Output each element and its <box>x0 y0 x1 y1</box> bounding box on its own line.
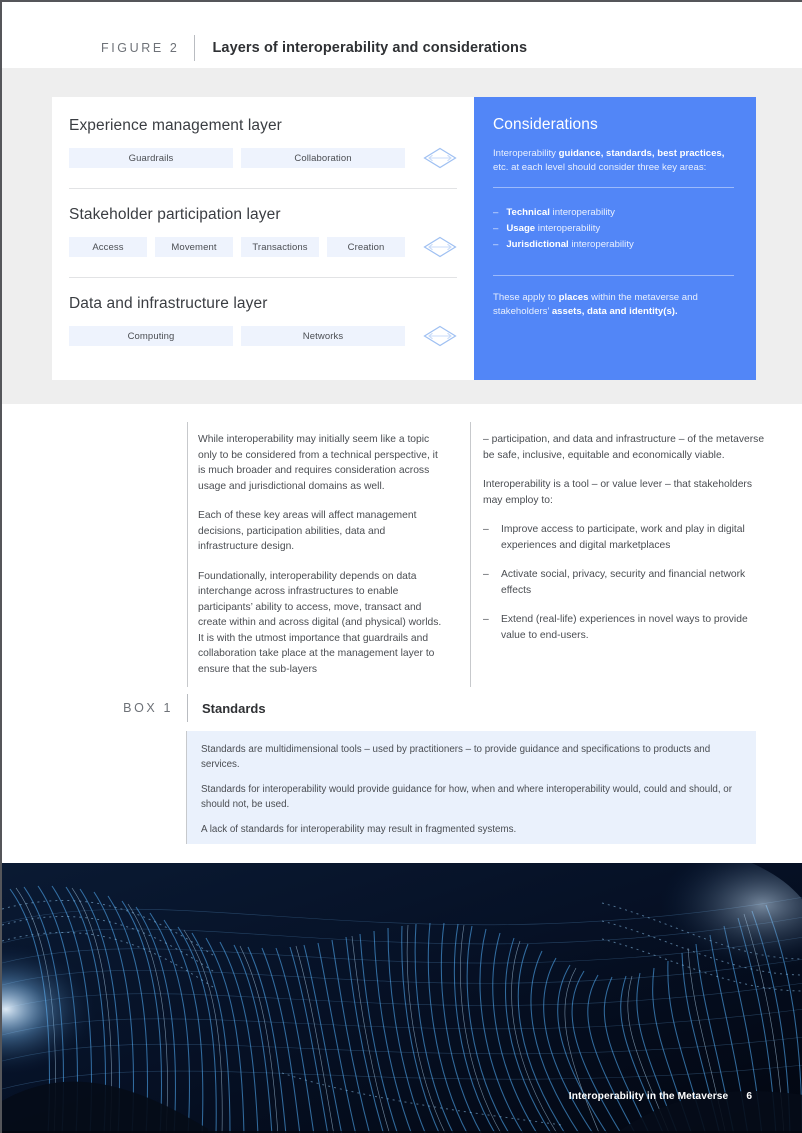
box-header: BOX 1 Standards <box>101 694 772 722</box>
list-text: Usage interoperability <box>506 221 600 237</box>
column-rule-left <box>187 422 188 687</box>
layer-title: Data and infrastructure layer <box>69 295 268 312</box>
box-paragraph: Standards for interoperability would pro… <box>201 784 732 810</box>
layers-panel: Experience management layer Guardrails C… <box>52 97 474 380</box>
considerations-list: – Technical interoperability – Usage int… <box>493 205 734 253</box>
list-item: – Improve access to participate, work an… <box>483 522 772 553</box>
value-lever-list: – Improve access to participate, work an… <box>483 522 772 643</box>
box-paragraph: Standards are multidimensional tools – u… <box>201 744 711 770</box>
list-item: – Activate social, privacy, security and… <box>483 567 772 598</box>
figure-title: Layers of interoperability and considera… <box>212 40 528 56</box>
considerations-panel: Considerations Interoperability guidance… <box>474 97 756 380</box>
layer-chip-row: Computing Networks <box>69 325 457 347</box>
considerations-intro-bold: guidance, standards, best practices, <box>558 148 725 159</box>
layer-chip[interactable]: Collaboration <box>241 148 405 168</box>
list-rest: interoperability <box>568 239 634 250</box>
considerations-divider-top <box>493 187 734 188</box>
body-column-right: – participation, and data and infrastruc… <box>470 422 772 687</box>
considerations-footer-bold-a: places <box>558 292 589 303</box>
considerations-intro-suffix: etc. at each level should consider three… <box>493 161 707 173</box>
list-dash: – <box>493 223 499 234</box>
layer-chip[interactable]: Movement <box>155 237 233 257</box>
body-column-left: While interoperability may initially see… <box>187 422 470 687</box>
box-label: BOX 1 <box>123 701 173 715</box>
layer-data-infrastructure: Data and infrastructure layer Computing … <box>69 295 474 347</box>
layer-chip[interactable]: Computing <box>69 326 233 346</box>
layer-chip[interactable]: Access <box>69 237 147 257</box>
box-title: Standards <box>202 700 266 716</box>
layer-chip[interactable]: Networks <box>241 326 405 346</box>
list-item: – Extend (real-life) experiences in nove… <box>483 612 772 643</box>
layer-chip-row: Guardrails Collaboration <box>69 147 457 169</box>
list-text: Jurisdictional interoperability <box>506 237 633 253</box>
list-text: Activate social, privacy, security and f… <box>501 569 746 596</box>
list-dash: – <box>483 614 489 625</box>
body-paragraph: Foundationally, interoperability depends… <box>198 570 442 675</box>
box-paragraph: A lack of standards for interoperability… <box>201 824 517 835</box>
hero-image: Interoperability in the Metaverse 6 <box>2 863 802 1133</box>
list-text: Extend (real-life) experiences in novel … <box>501 614 748 641</box>
considerations-title: Considerations <box>493 116 598 133</box>
list-rest: interoperability <box>549 207 615 218</box>
layer-title: Experience management layer <box>69 117 282 134</box>
layer-title: Stakeholder participation layer <box>69 206 281 223</box>
body-paragraph: – participation, and data and infrastruc… <box>483 434 765 461</box>
list-bold: Jurisdictional <box>506 239 569 250</box>
footer-document-title: Interoperability in the Metaverse <box>568 1091 729 1102</box>
layer-stakeholder-participation: Stakeholder participation layer Access M… <box>69 206 474 258</box>
list-dash: – <box>493 239 499 250</box>
considerations-divider-bottom <box>493 275 734 276</box>
bidirectional-diamond-icon <box>423 236 457 258</box>
box-body: Standards are multidimensional tools – u… <box>186 731 756 844</box>
considerations-list-item: – Jurisdictional interoperability <box>493 237 734 253</box>
bidirectional-diamond-icon <box>423 325 457 347</box>
considerations-footer: These apply to places within the metaver… <box>493 291 734 318</box>
considerations-intro: Interoperability guidance, standards, be… <box>493 147 734 174</box>
list-bold: Usage <box>506 223 536 234</box>
considerations-list-item: – Technical interoperability <box>493 205 734 221</box>
layer-chip-row: Access Movement Transactions Creation <box>69 236 457 258</box>
list-rest: interoperability <box>535 223 601 234</box>
bidirectional-diamond-icon <box>423 147 457 169</box>
body-paragraph: While interoperability may initially see… <box>198 434 438 492</box>
box-header-divider <box>187 694 188 722</box>
list-bold: Technical <box>506 207 550 218</box>
considerations-intro-prefix: Interoperability <box>493 148 559 159</box>
body-columns: While interoperability may initially see… <box>187 422 772 687</box>
layer-chip[interactable]: Guardrails <box>69 148 233 168</box>
layer-divider <box>69 277 457 278</box>
list-dash: – <box>483 524 489 535</box>
figure-header: FIGURE 2 Layers of interoperability and … <box>2 28 802 68</box>
body-paragraph: Each of these key areas will affect mana… <box>198 510 417 552</box>
list-text: Improve access to participate, work and … <box>501 524 745 551</box>
list-dash: – <box>493 207 499 218</box>
figure-body: Experience management layer Guardrails C… <box>52 97 756 380</box>
figure-header-divider <box>194 35 196 61</box>
considerations-footer-bold-b: assets, data and identity(s). <box>551 305 678 317</box>
layer-divider <box>69 188 457 189</box>
figure-label: FIGURE 2 <box>101 41 180 55</box>
list-text: Technical interoperability <box>506 205 615 221</box>
footer-page-number: 6 <box>746 1091 752 1102</box>
list-dash: – <box>483 569 489 580</box>
considerations-list-item: – Usage interoperability <box>493 221 734 237</box>
layer-experience-management: Experience management layer Guardrails C… <box>69 117 474 169</box>
layer-chip[interactable]: Creation <box>327 237 405 257</box>
page-footer: Interoperability in the Metaverse 6 <box>569 1091 752 1102</box>
considerations-footer-a: These apply to <box>493 292 559 303</box>
layer-chip[interactable]: Transactions <box>241 237 319 257</box>
document-page: FIGURE 2 Layers of interoperability and … <box>0 0 802 1133</box>
body-paragraph: Interoperability is a tool – or value le… <box>483 479 753 506</box>
